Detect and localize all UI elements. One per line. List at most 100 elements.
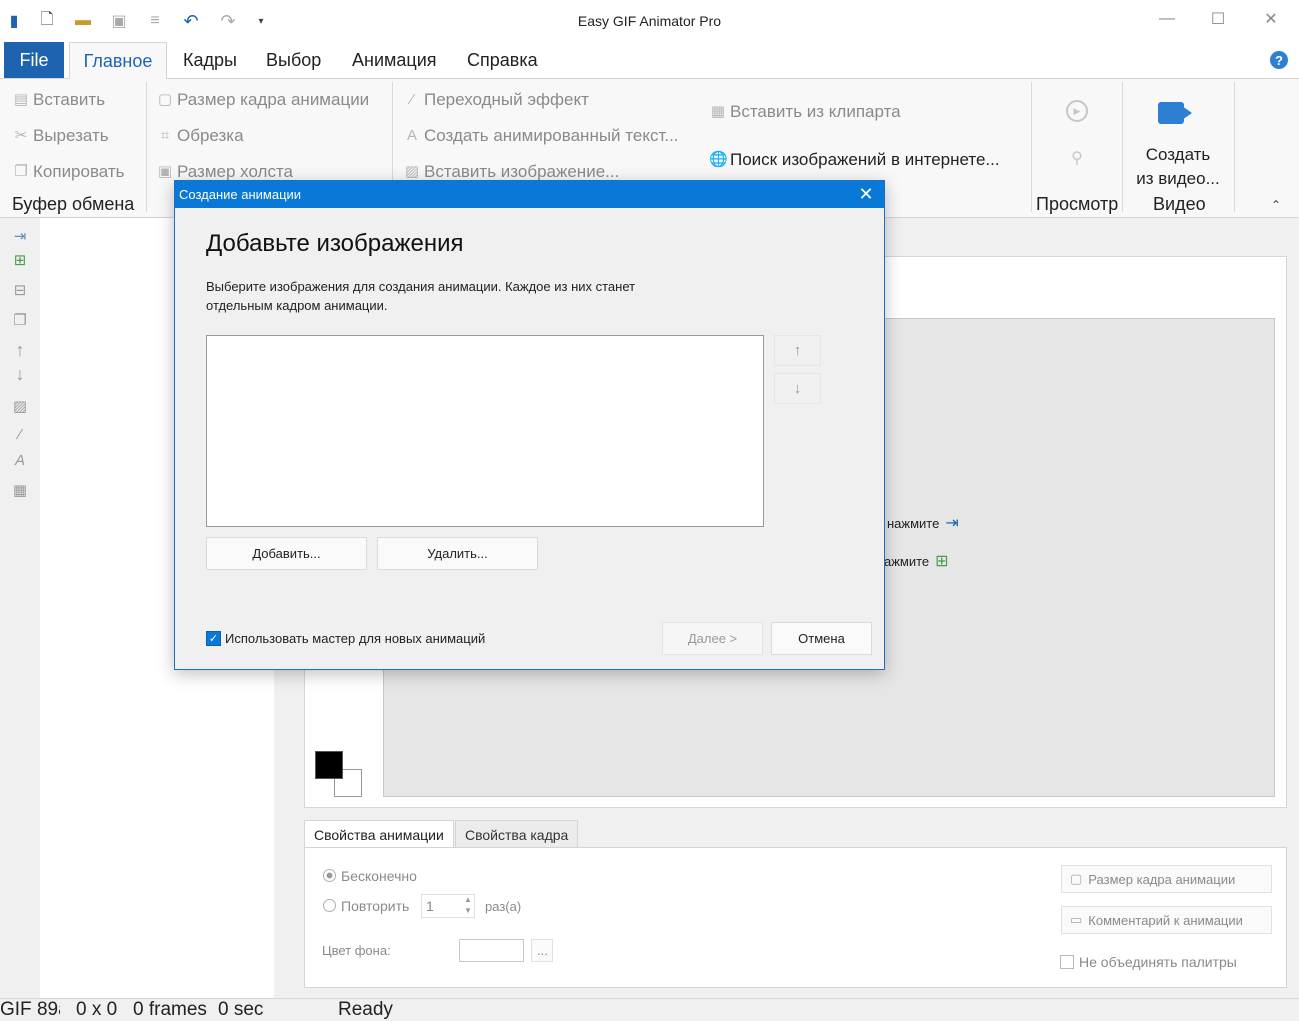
add-frame-icon[interactable]: ⇥ — [945, 513, 958, 533]
no-merge-palettes-checkbox[interactable] — [1060, 955, 1074, 969]
infinite-radio[interactable] — [323, 869, 336, 882]
help-icon[interactable]: ? — [1270, 51, 1288, 69]
cut-button[interactable]: ✂ Вырезать — [12, 126, 109, 146]
transition-effect-button[interactable]: ⁄ Переходный эффект — [403, 90, 589, 110]
clipart-icon: ▦ — [710, 103, 726, 120]
status-state: Ready — [338, 999, 393, 1020]
add-images-button[interactable]: Добавить... — [206, 537, 367, 570]
video-camera-icon[interactable] — [1158, 96, 1198, 132]
move-up-button[interactable]: ↑ — [774, 335, 821, 366]
frame-size-button[interactable]: ▢ Размер кадра анимации — [156, 90, 369, 110]
tab-home[interactable]: Главное — [69, 42, 167, 79]
dialog-description: Выберите изображения для создания анимац… — [206, 279, 636, 313]
bg-color-picker-button[interactable]: ... — [531, 939, 553, 962]
collapse-ribbon-icon[interactable]: ⌃ — [1271, 198, 1281, 212]
dialog-close-button[interactable]: ✕ — [849, 181, 883, 208]
animated-text-button[interactable]: A Создать анимированный текст... — [403, 126, 679, 146]
web-search-label: Поиск изображений в интернете... — [730, 150, 1000, 169]
status-state-cell: Ready — [338, 999, 418, 1020]
tab-animation-properties[interactable]: Свойства анимации — [304, 820, 454, 848]
comment-icon: ▭ — [1070, 912, 1083, 927]
no-merge-palettes-label: Не объединять палитры — [1079, 954, 1237, 970]
comment-label: Комментарий к анимации — [1088, 912, 1243, 928]
stepper-up-icon[interactable]: ▲ — [464, 895, 472, 904]
move-down-icon[interactable]: ↓ — [10, 364, 30, 384]
use-wizard-label: Использовать мастер для новых анимаций — [225, 631, 486, 646]
scissors-icon: ✂ — [14, 127, 28, 144]
tab-animation[interactable]: Анимация — [352, 50, 437, 71]
transition-label: Переходный эффект — [424, 90, 589, 109]
ribbon-separator — [1234, 82, 1235, 212]
create-animation-dialog: Создание анимации ✕ Добавьте изображения… — [174, 180, 885, 670]
canvas-hint-insert: ажмите ⊞ — [884, 551, 949, 571]
copy-button[interactable]: ❐ Копировать — [12, 162, 124, 182]
move-down-button[interactable]: ↓ — [774, 373, 821, 404]
repeat-radio[interactable] — [323, 899, 336, 912]
canvas-size-icon: ▣ — [157, 163, 173, 180]
cut-label: Вырезать — [33, 126, 109, 145]
app-title: Easy GIF Animator Pro — [577, 13, 722, 29]
clipart-label: Вставить из клипарта — [730, 102, 901, 121]
foreground-color-swatch[interactable] — [315, 751, 343, 779]
status-dimensions: 0 x 0 — [76, 999, 118, 1020]
text-icon[interactable]: A — [10, 450, 30, 470]
frame-size-props-button[interactable]: ▢ Размер кадра анимации — [1061, 865, 1272, 893]
web-image-search-button[interactable]: 🌐 Поиск изображений в интернете... — [709, 150, 1000, 170]
canvas-size-label: Размер холста — [177, 162, 294, 181]
tab-frames[interactable]: Кадры — [183, 50, 237, 71]
magic-wand-icon: ⁄ — [410, 91, 414, 108]
insert-frame-icon[interactable]: ⊞ — [10, 250, 30, 270]
dialog-title-bar: Создание анимации ✕ — [175, 181, 884, 208]
tab-select[interactable]: Выбор — [266, 50, 321, 71]
preview-group-label: Просмотр — [1036, 194, 1119, 214]
duplicate-frame-icon[interactable]: ❐ — [10, 310, 30, 330]
paste-icon: ▤ — [13, 91, 29, 108]
tab-file[interactable]: File — [4, 42, 64, 78]
clipboard-group-label: Буфер обмена — [12, 194, 135, 214]
frame-size-icon: ▢ — [1070, 871, 1083, 886]
status-format: GIF 89a — [0, 999, 60, 1020]
bg-color-field[interactable] — [459, 939, 524, 962]
play-icon[interactable]: ▶ — [1066, 100, 1088, 122]
edit-image-icon[interactable]: ▨ — [10, 396, 30, 416]
move-up-icon[interactable]: ↑ — [10, 340, 30, 360]
stepper-down-icon[interactable]: ▼ — [464, 906, 472, 915]
status-format-cell: GIF 89a — [0, 999, 60, 1020]
close-button[interactable]: ✕ — [1248, 6, 1294, 32]
tab-frame-properties[interactable]: Свойства кадра — [455, 820, 579, 848]
comment-button[interactable]: ▭ Комментарий к анимации — [1061, 906, 1272, 934]
tab-help[interactable]: Справка — [467, 50, 538, 71]
repeat-count-stepper[interactable]: 1 ▲ ▼ — [421, 894, 475, 918]
insert-clipart-button[interactable]: ▦ Вставить из клипарта — [709, 102, 901, 122]
create-from-video-button[interactable]: Создать из видео... — [1128, 143, 1228, 191]
paste-button[interactable]: ▤ Вставить — [12, 90, 105, 110]
image-icon: ▨ — [404, 163, 420, 180]
frame-size-props-label: Размер кадра анимации — [1088, 871, 1236, 887]
magic-wand-icon[interactable]: ⁄ — [10, 424, 30, 444]
cancel-button[interactable]: Отмена — [771, 622, 872, 655]
next-button[interactable]: Далее > — [662, 622, 763, 655]
add-frame-icon[interactable]: ⇥ — [10, 226, 30, 246]
grid-view-icon[interactable]: ▦ — [10, 480, 30, 500]
times-label: раз(а) — [485, 899, 522, 914]
delete-frame-icon[interactable]: ⊟ — [10, 280, 30, 300]
minimize-button[interactable]: — — [1144, 6, 1190, 32]
use-wizard-checkbox[interactable]: ✓ — [206, 631, 221, 646]
preview-browser-icon[interactable]: ⚲ — [1066, 148, 1088, 170]
image-list[interactable] — [206, 335, 764, 527]
canvas-size-button[interactable]: ▣ Размер холста — [156, 162, 293, 182]
crop-icon: ⌗ — [160, 127, 170, 144]
crop-button[interactable]: ⌗ Обрезка — [156, 126, 244, 146]
title-bar: ▮ 🗋 ▬ ▣ ≡ ↶ ↷ ▾ Easy GIF Animator Pro — … — [0, 0, 1299, 42]
status-dimensions-cell: 0 x 0 — [76, 999, 128, 1020]
canvas-hint-add: нажмите ⇥ — [887, 513, 959, 533]
animated-text-label: Создать анимированный текст... — [424, 126, 679, 145]
maximize-button[interactable]: ☐ — [1195, 6, 1241, 32]
remove-images-button[interactable]: Удалить... — [377, 537, 538, 570]
globe-icon: 🌐 — [709, 151, 728, 168]
insert-frame-icon[interactable]: ⊞ — [935, 551, 948, 571]
insert-image-button[interactable]: ▨ Вставить изображение... — [403, 162, 619, 182]
canvas-hint-text: нажмите — [887, 515, 940, 531]
insert-image-label: Вставить изображение... — [424, 162, 620, 181]
ribbon-separator — [1031, 82, 1032, 212]
